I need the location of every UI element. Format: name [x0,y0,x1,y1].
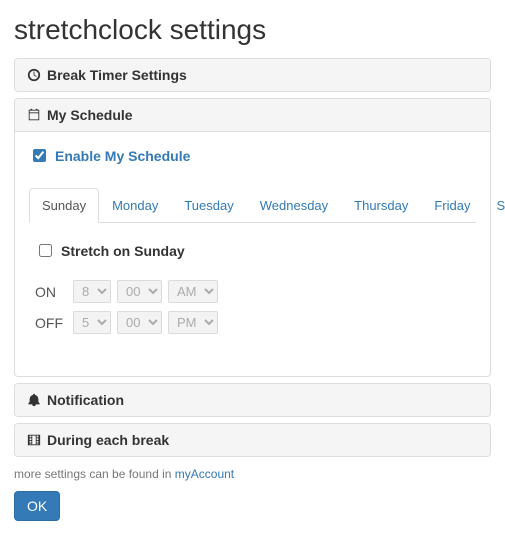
tab-monday[interactable]: Monday [99,188,171,223]
off-hour-select[interactable]: 5 [73,311,111,334]
stretch-on-day-row[interactable]: Stretch on Sunday [35,241,470,260]
panel-title-my-schedule: My Schedule [47,107,133,123]
panel-body-my-schedule: Enable My Schedule Sunday Monday Tuesday… [15,132,490,376]
ok-button[interactable]: OK [14,491,60,521]
panel-my-schedule: My Schedule Enable My Schedule Sunday Mo… [14,98,491,377]
off-minute-select[interactable]: 00 [117,311,162,334]
footer-note: more settings can be found in myAccount [14,467,491,481]
panel-heading-notification[interactable]: Notification [15,384,490,416]
on-hour-select[interactable]: 8 [73,280,111,303]
panel-title-notification: Notification [47,392,124,408]
on-label: ON [35,284,67,300]
on-minute-select[interactable]: 00 [117,280,162,303]
panel-title-during-break: During each break [47,432,169,448]
bell-icon [27,393,41,407]
tab-content-sunday: Stretch on Sunday ON 8 00 AM OFF 5 00 PM [29,237,476,362]
enable-my-schedule-label: Enable My Schedule [55,148,190,164]
enable-my-schedule-checkbox[interactable] [33,149,46,162]
panel-during-break: During each break [14,423,491,457]
off-label: OFF [35,315,67,331]
tab-wednesday[interactable]: Wednesday [247,188,341,223]
footer-note-prefix: more settings can be found in [14,467,175,481]
stretch-on-day-label: Stretch on Sunday [61,243,185,259]
film-icon [27,433,41,447]
off-time-row: OFF 5 00 PM [35,311,470,334]
tab-friday[interactable]: Friday [421,188,483,223]
enable-my-schedule-row[interactable]: Enable My Schedule [29,146,476,165]
on-time-row: ON 8 00 AM [35,280,470,303]
calendar-icon [27,108,41,122]
panel-heading-my-schedule[interactable]: My Schedule [15,99,490,132]
panel-notification: Notification [14,383,491,417]
panel-heading-during-break[interactable]: During each break [15,424,490,456]
off-period-select[interactable]: PM [168,311,218,334]
stretch-on-day-checkbox[interactable] [39,244,52,257]
tab-sunday[interactable]: Sunday [29,188,99,223]
panel-heading-break-timer[interactable]: Break Timer Settings [15,59,490,91]
page-title: stretchclock settings [14,14,491,46]
clock-icon [27,68,41,82]
panel-title-break-timer: Break Timer Settings [47,67,187,83]
day-tabs: Sunday Monday Tuesday Wednesday Thursday… [29,187,476,223]
tab-tuesday[interactable]: Tuesday [171,188,246,223]
on-period-select[interactable]: AM [168,280,218,303]
tab-saturday[interactable]: Saturday [483,188,505,223]
tab-thursday[interactable]: Thursday [341,188,421,223]
panel-break-timer: Break Timer Settings [14,58,491,92]
my-account-link[interactable]: myAccount [175,467,234,481]
